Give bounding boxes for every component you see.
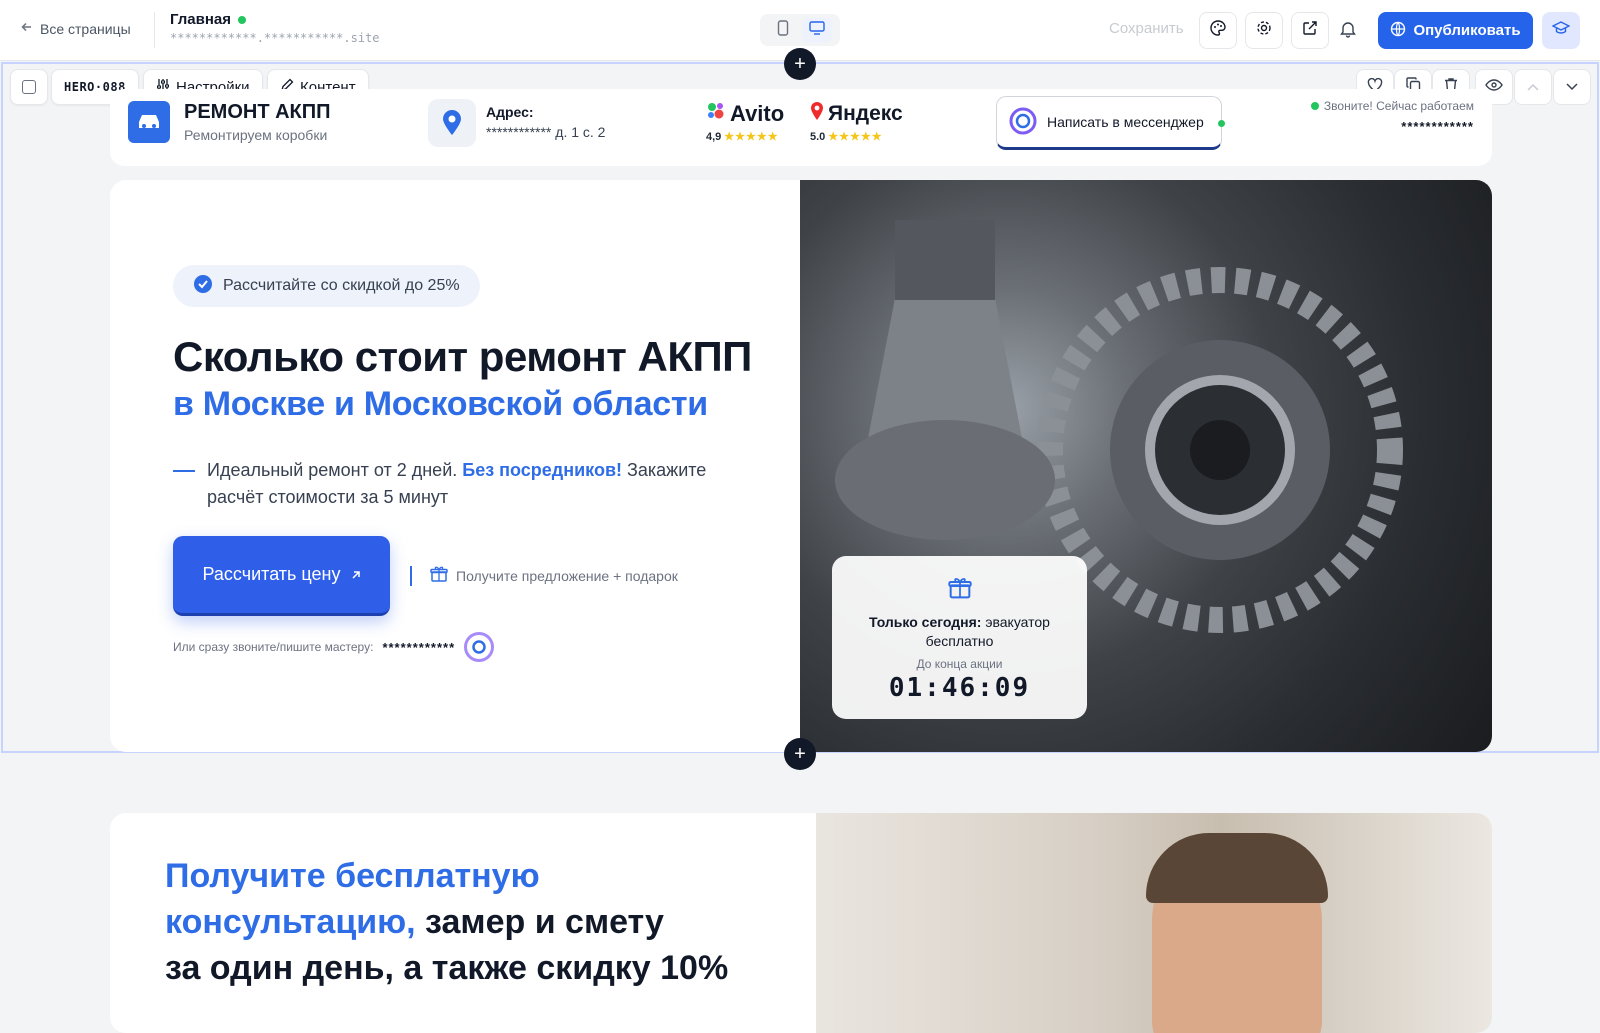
messenger-icon — [1009, 107, 1037, 138]
monitor-icon — [809, 20, 825, 40]
messenger-label: Написать в мессенджер — [1047, 114, 1204, 130]
back-label: Все страницы — [40, 20, 131, 37]
desc-text: Идеальный ремонт от 2 дней. — [207, 460, 463, 480]
page-title-text: Главная — [170, 11, 232, 28]
brand-tagline: Ремонтируем коробки — [184, 127, 328, 143]
star-icons: ★★★★★ — [828, 131, 883, 143]
working-status-text: Звоните! Сейчас работаем — [1323, 99, 1474, 113]
online-dot — [1310, 102, 1319, 110]
car-icon — [135, 108, 163, 137]
promo-title-bold: Только сегодня: — [869, 614, 982, 630]
settings-button[interactable] — [1245, 12, 1283, 49]
hero-title-accent: в Москве и Московской области — [173, 385, 708, 423]
globe-icon — [1390, 21, 1406, 41]
chevron-down-icon — [1566, 78, 1578, 96]
move-up-button[interactable] — [1514, 69, 1552, 105]
gift-offer: Получите предложение + подарок — [430, 565, 678, 586]
arrow-up-right-icon — [351, 564, 361, 585]
brand-name: РЕМОНТ АКПП — [184, 101, 331, 123]
phone-icon — [777, 19, 789, 41]
avito-score: 4,9 — [706, 130, 722, 143]
countdown-timer: 01:46:09 — [888, 673, 1031, 703]
bell-icon — [1340, 22, 1356, 42]
master-phone[interactable]: ************ — [382, 640, 455, 655]
move-down-button[interactable] — [1553, 69, 1591, 105]
calculate-price-button[interactable]: Рассчитать цену — [173, 536, 390, 616]
promo-title: Только сегодня: эвакуатор бесплатно — [832, 613, 1087, 651]
avito-logo-icon — [706, 101, 726, 127]
yandex-pin-icon — [810, 101, 824, 127]
verified-badge-icon — [193, 274, 213, 299]
accent-dash — [173, 470, 195, 472]
address-value: ************ д. 1 с. 2 — [486, 124, 606, 140]
consultation-title: Получите бесплатную консультацию, замер … — [165, 853, 765, 991]
hero-description: Идеальный ремонт от 2 дней. Без посредни… — [173, 457, 733, 511]
add-section-above-button[interactable]: + — [784, 48, 816, 80]
back-link[interactable]: Все страницы — [20, 20, 131, 37]
map-icon — [428, 99, 476, 147]
promo-subtitle: До конца акции — [916, 657, 1003, 671]
header-phone[interactable]: ************ — [1401, 119, 1474, 134]
arrow-left-icon — [20, 20, 34, 37]
palette-icon — [1209, 19, 1227, 42]
add-section-below-button[interactable]: + — [784, 738, 816, 770]
star-icons: ★★★★★ — [724, 131, 779, 143]
cta-label: Рассчитать цену — [202, 564, 341, 584]
mobile-view-button[interactable] — [768, 18, 798, 42]
hero-title: Сколько стоит ремонт АКПП — [173, 333, 752, 380]
consultation-title-end: за один день, а также скидку 10% — [165, 949, 729, 987]
call-master-label: Или сразу звоните/пишите мастеру: — [173, 640, 374, 654]
messenger-avatar[interactable] — [464, 632, 495, 662]
device-switcher — [760, 14, 840, 46]
status-dot — [238, 15, 247, 24]
discount-badge-text: Рассчитайте со скидкой до 25% — [223, 277, 460, 294]
working-status: Звоните! Сейчас работаем — [1310, 99, 1474, 113]
consultation-section: Получите бесплатную консультацию, замер … — [110, 813, 1492, 1033]
checkbox-icon — [22, 80, 36, 94]
gift-icon — [947, 578, 972, 604]
page-url[interactable]: ************.***********.site — [170, 31, 380, 45]
promo-card: Только сегодня: эвакуатор бесплатно До к… — [832, 556, 1087, 719]
yandex-rating[interactable]: Яндекс 5.0 ★★★★★ — [810, 101, 903, 143]
select-section-checkbox[interactable] — [10, 69, 48, 105]
graduation-cap-icon — [1551, 20, 1571, 41]
gift-icon — [430, 565, 448, 586]
gear-icon — [1255, 19, 1273, 42]
yandex-score: 5.0 — [810, 130, 826, 143]
chevron-up-icon — [1527, 78, 1539, 96]
gift-offer-text: Получите предложение + подарок — [456, 567, 678, 584]
online-dot — [1218, 120, 1225, 127]
brand-logo — [128, 101, 170, 143]
theme-button[interactable] — [1199, 12, 1237, 49]
divider — [410, 566, 412, 586]
publish-button[interactable]: Опубликовать — [1378, 12, 1533, 49]
master-photo — [816, 813, 1492, 1033]
save-button[interactable]: Сохранить — [1109, 20, 1184, 37]
academy-button[interactable] — [1542, 12, 1580, 49]
site-header: РЕМОНТ АКПП Ремонтируем коробки Адрес: *… — [110, 89, 1492, 166]
desktop-view-button[interactable] — [802, 18, 832, 42]
call-master: Или сразу звоните/пишите мастеру: ******… — [173, 632, 495, 662]
hero-section: Рассчитайте со скидкой до 25% Сколько ст… — [110, 180, 1492, 752]
divider — [154, 12, 155, 48]
address-label: Адрес: — [486, 104, 534, 120]
yandex-name: Яндекс — [828, 102, 903, 125]
avito-name: Avito — [730, 101, 785, 126]
master-hair — [1146, 833, 1328, 903]
external-link-icon — [1302, 20, 1318, 41]
avito-rating[interactable]: Avito 4,9 ★★★★★ — [706, 101, 784, 143]
publish-label: Опубликовать — [1413, 22, 1521, 39]
consultation-title-part: замер и смету — [415, 903, 664, 941]
open-site-button[interactable] — [1291, 12, 1329, 49]
messenger-button[interactable]: Написать в мессенджер — [996, 96, 1225, 150]
notifications-button[interactable] — [1340, 20, 1356, 43]
desc-highlight: Без посредников! — [462, 460, 622, 480]
discount-badge: Рассчитайте со скидкой до 25% — [173, 265, 480, 307]
page-title[interactable]: Главная — [170, 11, 247, 28]
